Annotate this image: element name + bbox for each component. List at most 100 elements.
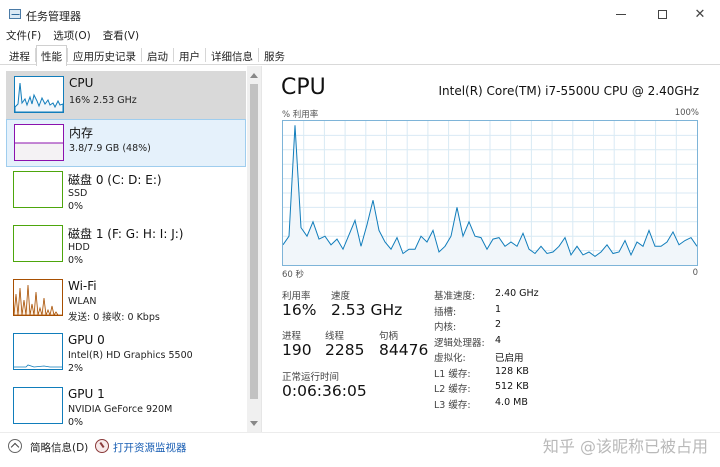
gpu-0-thumbnail	[13, 333, 63, 370]
processes-label: 进程	[282, 331, 302, 342]
resource-detail: 16% 2.53 GHz	[69, 95, 137, 106]
resource-detail: 0%	[68, 255, 84, 266]
tab-performance[interactable]: 性能	[36, 45, 67, 66]
resource-detail: Intel(R) HD Graphics 5500	[68, 350, 193, 361]
scrollbar-thumb[interactable]	[250, 84, 258, 399]
scroll-down-arrow-icon[interactable]	[250, 421, 258, 426]
spec-key: 逻辑处理器:	[434, 338, 485, 349]
resource-detail: 0%	[68, 201, 84, 212]
resource-item-cpu[interactable]: CPU 16% 2.53 GHz	[6, 71, 246, 119]
tab-processes[interactable]: 进程	[4, 45, 35, 65]
page-title: CPU	[281, 75, 326, 100]
gpu-1-thumbnail	[13, 387, 63, 424]
resource-name: 磁盘 0 (C: D: E:)	[68, 173, 162, 187]
task-manager-icon	[9, 9, 21, 19]
processes-value: 190	[282, 341, 312, 359]
utilization-label: 利用率	[282, 291, 311, 302]
disk-0-thumbnail	[13, 171, 63, 208]
resource-monitor-icon[interactable]	[95, 439, 109, 453]
threads-label: 线程	[325, 331, 345, 342]
resource-name: 磁盘 1 (F: G: H: I: J:)	[68, 227, 184, 241]
resource-name: GPU 0	[68, 333, 105, 347]
chevron-up-icon[interactable]	[8, 439, 22, 453]
scroll-up-arrow-icon[interactable]	[250, 73, 258, 78]
tab-app-history[interactable]: 应用历史记录	[68, 45, 141, 65]
footer-bar: 简略信息(D) 打开资源监视器 知乎 @该昵称已被占用	[0, 432, 720, 467]
spec-key: 内核:	[434, 322, 457, 333]
spec-key: 插槽:	[434, 307, 457, 318]
title-bar: 任务管理器 ✕	[0, 0, 720, 28]
maximize-icon	[657, 9, 667, 19]
memory-thumbnail	[14, 124, 64, 161]
spec-value: 128 KB	[495, 366, 529, 377]
cpu-utilization-graph	[282, 120, 698, 266]
resource-detail: 2%	[68, 363, 84, 374]
graph-time-span-label: 60 秒	[282, 270, 305, 280]
spec-value: 已启用	[495, 353, 524, 364]
tab-services[interactable]: 服务	[259, 45, 290, 65]
disk-1-thumbnail	[13, 225, 63, 262]
tab-users[interactable]: 用户	[174, 45, 205, 65]
sidebar-scrollbar[interactable]	[247, 66, 261, 432]
tab-details[interactable]: 详细信息	[206, 45, 258, 65]
threads-value: 2285	[325, 341, 365, 359]
spec-key: L1 缓存:	[434, 369, 471, 380]
resource-item-gpu-1[interactable]: GPU 1 NVIDIA GeForce 920M 0%	[6, 383, 246, 431]
resource-item-disk-1[interactable]: 磁盘 1 (F: G: H: I: J:) HDD 0%	[6, 221, 246, 269]
wifi-thumbnail	[13, 279, 63, 316]
tab-startup[interactable]: 启动	[142, 45, 173, 65]
resource-detail: 发送: 0 接收: 0 Kbps	[68, 312, 160, 323]
handles-value: 84476	[379, 341, 429, 359]
resource-name: 内存	[69, 126, 94, 140]
menu-file[interactable]: 文件(F)	[0, 27, 47, 45]
spec-key: L3 缓存:	[434, 400, 471, 411]
graph-max-label: 100%	[674, 108, 699, 118]
close-button[interactable]: ✕	[683, 0, 717, 28]
resource-name: Wi-Fi	[68, 279, 97, 293]
watermark: 知乎 @该昵称已被占用	[542, 437, 708, 456]
uptime-value: 0:06:36:05	[282, 382, 367, 400]
cpu-detail-panel: CPU Intel(R) Core(TM) i7-5500U CPU @ 2.4…	[263, 66, 720, 432]
resource-name: GPU 1	[68, 387, 105, 401]
spec-value: 2.40 GHz	[495, 288, 539, 299]
fewer-details-button[interactable]: 简略信息(D)	[30, 440, 88, 455]
close-icon: ✕	[694, 6, 706, 22]
utilization-value: 16%	[282, 301, 317, 319]
speed-label: 速度	[331, 291, 351, 302]
tab-bar: 进程 性能 应用历史记录 启动 用户 详细信息 服务	[0, 45, 720, 66]
open-resource-monitor-link[interactable]: 打开资源监视器	[113, 440, 187, 455]
minimize-button[interactable]	[604, 0, 638, 28]
uptime-label: 正常运行时间	[282, 372, 340, 383]
resource-item-disk-0[interactable]: 磁盘 0 (C: D: E:) SSD 0%	[6, 167, 246, 215]
resource-detail: HDD	[68, 242, 90, 253]
menu-options[interactable]: 选项(O)	[47, 27, 96, 45]
graph-time-end-label: 0	[692, 268, 698, 278]
resource-item-gpu-0[interactable]: GPU 0 Intel(R) HD Graphics 5500 2%	[6, 329, 246, 377]
cpu-thumbnail	[14, 76, 64, 113]
resource-item-wifi[interactable]: Wi-Fi WLAN 发送: 0 接收: 0 Kbps	[6, 275, 246, 323]
spec-value: 512 KB	[495, 381, 529, 392]
spec-value: 2	[495, 319, 502, 330]
resource-name: CPU	[69, 76, 94, 90]
resource-detail: 3.8/7.9 GB (48%)	[69, 143, 151, 154]
speed-value: 2.53 GHz	[331, 301, 403, 319]
resource-detail: SSD	[68, 188, 88, 199]
minimize-icon	[616, 13, 626, 15]
spec-value: 4.0 MB	[495, 397, 528, 408]
menu-bar: 文件(F) 选项(O) 查看(V)	[0, 27, 145, 45]
cpu-model-name: Intel(R) Core(TM) i7-5500U CPU @ 2.40GHz	[438, 84, 699, 98]
spec-value: 4	[495, 335, 502, 346]
resource-detail: WLAN	[68, 296, 97, 307]
menu-view[interactable]: 查看(V)	[97, 27, 145, 45]
handles-label: 句柄	[379, 331, 399, 342]
spec-value: 1	[495, 304, 502, 315]
spec-key: 基准速度:	[434, 291, 476, 302]
maximize-button[interactable]	[645, 0, 679, 28]
spec-key: 虚拟化:	[434, 353, 466, 364]
cpu-graph-svg	[283, 121, 697, 265]
window-title: 任务管理器	[26, 10, 81, 23]
resource-item-memory[interactable]: 内存 3.8/7.9 GB (48%)	[6, 119, 246, 167]
resource-detail: NVIDIA GeForce 920M	[68, 404, 173, 415]
spec-key: L2 缓存:	[434, 384, 471, 395]
resource-detail: 0%	[68, 417, 84, 428]
